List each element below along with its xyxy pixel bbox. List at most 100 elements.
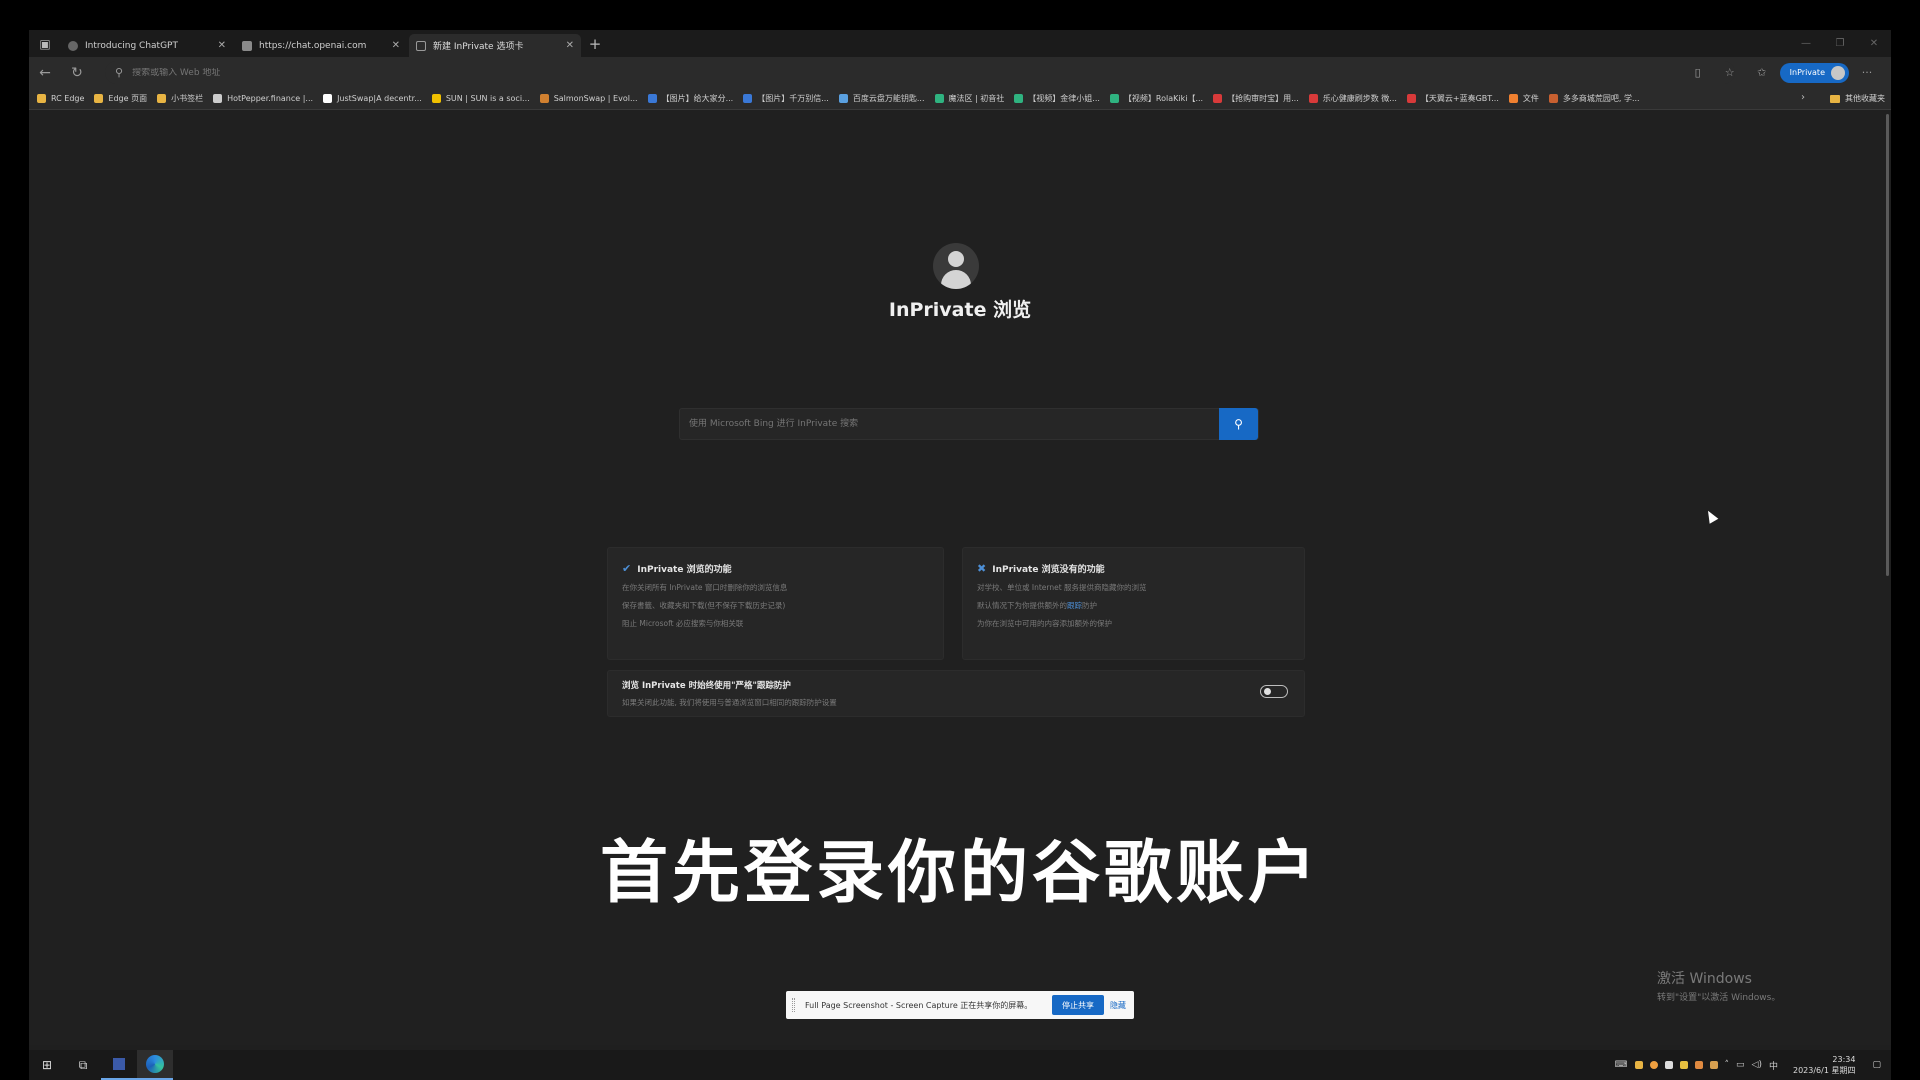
favorite-item[interactable]: 【视频】RolaKiki【...: [1109, 93, 1203, 104]
favorite-icon: [1508, 94, 1518, 103]
restore-icon[interactable]: ❐: [1823, 30, 1857, 57]
favorite-item[interactable]: SalmonSwap | Evol...: [539, 94, 638, 103]
share-message: Full Page Screenshot - Screen Capture 正在…: [805, 1000, 1033, 1010]
drag-handle-icon[interactable]: [792, 998, 795, 1012]
tab-inprivate[interactable]: 新建 InPrivate 选项卡 ✕: [409, 34, 581, 57]
clock[interactable]: 23:34 2023/6/1 星期四: [1793, 1054, 1855, 1076]
favorite-item[interactable]: JustSwap|A decentr...: [323, 94, 422, 103]
ime-indicator[interactable]: 中: [1769, 1059, 1778, 1072]
keyboard-icon[interactable]: ⌨: [1615, 1060, 1628, 1070]
folder-icon: [1830, 94, 1840, 103]
add-favorite-icon[interactable]: ☆: [1716, 61, 1744, 84]
card-line: 对学校、单位或 Internet 服务提供商隐藏你的浏览: [977, 583, 1147, 592]
favorite-item[interactable]: 文件: [1508, 93, 1539, 104]
tab-chatgpt[interactable]: Introducing ChatGPT ✕: [61, 34, 233, 57]
inprivate-profile-button[interactable]: InPrivate: [1779, 62, 1849, 83]
strict-tracking-toggle[interactable]: [1260, 685, 1288, 698]
inprivate-doesnt-card: ✖ InPrivate 浏览没有的功能 对学校、单位或 Internet 服务提供…: [962, 547, 1305, 660]
card-line: 保存書籤、收藏夹和下载(但不保存下载历史记录): [622, 601, 786, 610]
favorite-item[interactable]: HotPepper.finance |...: [213, 94, 313, 103]
window-controls: — ❐ ✕: [1789, 30, 1891, 57]
back-icon[interactable]: ←: [29, 65, 61, 81]
close-icon[interactable]: ✕: [218, 40, 226, 51]
pinned-app-icon[interactable]: [101, 1050, 137, 1080]
activation-watermark: 激活 Windows 转到"设置"以激活 Windows。: [1657, 968, 1780, 1003]
scrollbar[interactable]: [1886, 114, 1889, 576]
screen-share-bar: Full Page Screenshot - Screen Capture 正在…: [786, 991, 1134, 1019]
card-line: 默认情况下为你提供额外的跟踪防护: [977, 601, 1097, 610]
search-icon: ⚲: [1234, 417, 1243, 431]
favorite-label: 【图片】千万别信...: [757, 94, 829, 103]
tray-app-icon[interactable]: [1694, 1061, 1703, 1069]
taskbar: ⊞ ⧉ ⌨ ˄ ▭ ◁) 中 23:34 2023/6/1 星期四 ▢: [29, 1050, 1891, 1080]
tray-app-icon[interactable]: [1634, 1061, 1643, 1069]
tray-app-icon[interactable]: [1709, 1061, 1718, 1069]
address-bar[interactable]: ⚲: [105, 61, 1735, 84]
favorite-item[interactable]: 【天翼云+蓝奏GBT...: [1406, 93, 1499, 104]
volume-icon[interactable]: ◁): [1752, 1060, 1762, 1070]
inprivate-tab-icon: [416, 40, 426, 51]
favorite-icon: [1548, 94, 1558, 103]
favorites-bar: RC Edge Edge 页面 小书签栏 HotPepper.finance |...…: [29, 88, 1891, 110]
address-input[interactable]: [132, 67, 1533, 78]
close-window-icon[interactable]: ✕: [1857, 30, 1891, 57]
tracking-link[interactable]: 跟踪: [1067, 601, 1082, 610]
toolbar-right: ▯ ☆ ✩ InPrivate ···: [1684, 61, 1881, 84]
search-button[interactable]: ⚲: [1219, 408, 1258, 440]
task-view-icon[interactable]: ⧉: [65, 1050, 101, 1080]
tab-actions-icon[interactable]: ▣: [29, 30, 61, 57]
notification-icon[interactable]: ▢: [1872, 1060, 1881, 1070]
favorite-item[interactable]: Edge 页面: [94, 93, 147, 104]
inprivate-avatar-icon: [933, 243, 979, 289]
favorite-item[interactable]: RC Edge: [37, 94, 84, 103]
favorite-item[interactable]: 【图片】千万别信...: [743, 93, 829, 104]
favorite-item[interactable]: 【视频】金律小姐...: [1014, 93, 1100, 104]
favorite-icon: [37, 94, 46, 103]
tray-app-icon[interactable]: [1679, 1061, 1688, 1069]
network-icon[interactable]: ▭: [1736, 1060, 1745, 1070]
strict-tracking-setting: 浏览 InPrivate 时始终使用"严格"跟踪防护 如果关闭此功能, 我们将使…: [607, 670, 1305, 717]
favorite-icon: [1109, 94, 1119, 103]
start-icon[interactable]: ⊞: [29, 1050, 65, 1080]
tray-app-icon[interactable]: [1664, 1061, 1673, 1069]
favorite-item[interactable]: 多多商城荒园吧, 学...: [1548, 93, 1640, 104]
setting-title: 浏览 InPrivate 时始终使用"严格"跟踪防护: [622, 681, 791, 691]
close-icon[interactable]: ✕: [566, 40, 574, 51]
tab-openai[interactable]: https://chat.openai.com ✕: [235, 34, 407, 57]
new-tab-button[interactable]: +: [583, 35, 607, 53]
tray-app-icon[interactable]: [1649, 1061, 1658, 1069]
minimize-icon[interactable]: —: [1789, 30, 1823, 57]
check-icon: ✔: [622, 562, 632, 575]
favorite-label: 【图片】给大家分...: [661, 94, 734, 103]
favorite-item[interactable]: 百度云盘万能钥匙...: [838, 93, 925, 104]
tab-title: https://chat.openai.com: [259, 40, 367, 51]
edge-icon[interactable]: [137, 1050, 173, 1080]
search-icon: ⚲: [115, 66, 124, 79]
favorite-label: SUN | SUN is a soci...: [445, 94, 530, 103]
nav-bar: ← ↻ ⚲ ▯ ☆ ✩ InPrivate ···: [29, 57, 1891, 88]
more-icon[interactable]: ···: [1853, 61, 1881, 84]
clock-time: 23:34: [1832, 1055, 1856, 1064]
chevron-up-icon[interactable]: ˄: [1725, 1060, 1730, 1070]
close-icon[interactable]: ✕: [392, 40, 400, 51]
search-input[interactable]: [680, 409, 1219, 439]
refresh-icon[interactable]: ↻: [61, 65, 93, 81]
favorite-item[interactable]: 【抢购审时宝】用...: [1213, 93, 1299, 104]
watermark-title: 激活 Windows: [1657, 971, 1752, 987]
other-favorites[interactable]: 其他收藏夹: [1830, 93, 1885, 104]
stop-sharing-button[interactable]: 停止共享: [1052, 995, 1104, 1015]
tab-bar: ▣ Introducing ChatGPT ✕ https://chat.ope…: [29, 30, 1891, 57]
favorite-item[interactable]: 小书签栏: [157, 93, 203, 104]
favorite-item[interactable]: 魔法区 | 初音社: [934, 93, 1004, 104]
reader-view-icon[interactable]: ▯: [1684, 61, 1712, 84]
chevron-right-icon[interactable]: ›: [1801, 92, 1805, 103]
hide-button[interactable]: 隐藏: [1110, 1000, 1126, 1011]
favorite-item[interactable]: 【图片】给大家分...: [647, 93, 734, 104]
favorite-item[interactable]: 乐心健康刷步数 微...: [1308, 93, 1397, 104]
inprivate-label: InPrivate: [1789, 68, 1825, 77]
favorite-label: 小书签栏: [171, 94, 204, 103]
favorite-item[interactable]: SUN | SUN is a soci...: [431, 94, 530, 103]
favorites-icon[interactable]: ✩: [1748, 61, 1776, 84]
favorite-icon: [934, 94, 944, 103]
favorite-label: RC Edge: [51, 94, 85, 103]
